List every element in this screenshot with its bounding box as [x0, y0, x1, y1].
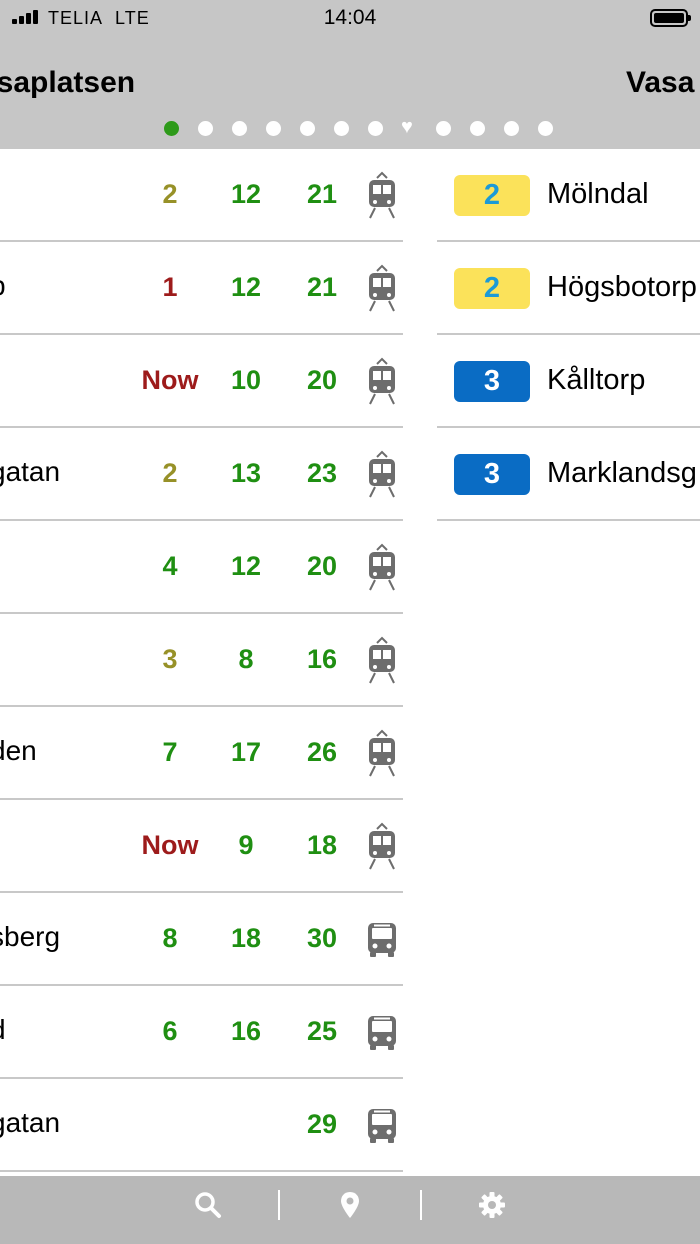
page-dot[interactable] [232, 121, 247, 136]
departure-destination: gatan [0, 1107, 61, 1138]
departure-destination: sberg [0, 921, 61, 952]
line-row[interactable]: 3 Kålltorp [437, 335, 700, 428]
departure-time-2: 17 [230, 737, 262, 767]
line-row[interactable]: 3 Marklandsg [437, 428, 700, 521]
tram-icon [364, 636, 400, 684]
favorites-page-heart-icon[interactable]: ♥ [401, 117, 419, 137]
departure-time-3: 23 [306, 458, 338, 488]
page-dot[interactable] [436, 121, 451, 136]
tram-icon [364, 450, 400, 498]
departure-time-1: 7 [162, 737, 178, 767]
search-icon[interactable] [193, 1190, 223, 1220]
stop-title-next: Vasa [626, 66, 695, 99]
line-row[interactable]: 2 Högsbotorp [437, 242, 700, 335]
gear-icon[interactable] [477, 1190, 507, 1220]
page-dot[interactable] [368, 121, 383, 136]
departure-time-1: 2 [162, 458, 178, 488]
tram-icon [364, 729, 400, 777]
departure-time-3: 30 [306, 923, 338, 953]
page-dot[interactable] [334, 121, 349, 136]
departure-row[interactable]: 3 8 16 [0, 614, 403, 707]
departure-time-3: 20 [306, 551, 338, 581]
status-time: 14:04 [323, 6, 377, 29]
departure-time-3: 21 [306, 179, 338, 209]
departure-time-1: 3 [162, 644, 178, 674]
page-dot-active[interactable] [164, 121, 179, 136]
departure-time-2: 18 [230, 923, 262, 953]
departure-time-2: 9 [238, 830, 254, 860]
departure-destination: d [0, 1014, 6, 1046]
departure-time-2: 16 [230, 1016, 262, 1046]
line-destination: Mölndal [547, 178, 649, 210]
bus-icon [364, 1101, 400, 1149]
line-destination: Kålltorp [547, 364, 646, 396]
departure-time-3: 16 [306, 644, 338, 674]
page-dot[interactable] [300, 121, 315, 136]
tram-icon [364, 171, 400, 219]
bus-icon [364, 915, 400, 963]
location-pin-icon[interactable] [335, 1190, 365, 1220]
departure-time-1: 8 [162, 923, 178, 953]
departure-time-2: 12 [230, 551, 262, 581]
departure-time-1: 2 [162, 179, 178, 209]
departure-time-3: 20 [306, 365, 338, 395]
departure-time-1: Now [141, 830, 199, 860]
toolbar-divider [420, 1190, 422, 1220]
departure-destination: den [0, 735, 37, 766]
stop-title-current: asaplatsen [0, 66, 136, 99]
page-dot[interactable] [470, 121, 485, 136]
departure-row[interactable]: p 1 12 21 [0, 242, 403, 335]
departure-time-3: 26 [306, 737, 338, 767]
departures-list: 2 12 21 p 1 12 21 Now 10 20 gatan 2 13 23 4 12 20 3 8 16 den… [0, 149, 403, 1172]
departure-time-3: 21 [306, 272, 338, 302]
departure-row[interactable]: 4 12 20 [0, 521, 403, 614]
departure-time-2: 13 [230, 458, 262, 488]
page-dot[interactable] [266, 121, 281, 136]
line-destination: Högsbotorp [547, 271, 697, 303]
departure-time-3: 18 [306, 830, 338, 860]
line-number-badge: 3 [454, 361, 530, 402]
departure-time-3: 25 [306, 1016, 338, 1046]
line-destination: Marklandsg [547, 457, 697, 489]
departure-row[interactable]: 2 12 21 [0, 149, 403, 242]
departure-row[interactable]: sberg 8 18 30 [0, 893, 403, 986]
tram-icon [364, 264, 400, 312]
tram-icon [364, 543, 400, 591]
line-number-badge: 3 [454, 454, 530, 495]
line-row[interactable]: 2 Mölndal [437, 149, 700, 242]
departure-row[interactable]: den 7 17 26 [0, 707, 403, 800]
page-dot[interactable] [198, 121, 213, 136]
departure-time-2: 10 [230, 365, 262, 395]
tram-icon [364, 822, 400, 870]
header: asaplatsen Vasa ♥ [0, 36, 700, 149]
departure-time-2: 12 [230, 272, 262, 302]
departure-time-1: 6 [162, 1016, 178, 1046]
lines-list: 2 Mölndal 2 Högsbotorp 3 Kålltorp 3 Marklandsg [437, 149, 700, 521]
departure-time-2: 12 [230, 179, 262, 209]
toolbar-divider [278, 1190, 280, 1220]
departure-row[interactable]: d 6 16 25 [0, 986, 403, 1079]
tram-icon [364, 357, 400, 405]
battery-icon [650, 9, 691, 27]
line-number-badge: 2 [454, 268, 530, 309]
departure-time-1: 4 [162, 551, 178, 581]
departure-time-3: 29 [306, 1109, 338, 1139]
departure-row[interactable]: Now 10 20 [0, 335, 403, 428]
bottom-toolbar [0, 1176, 700, 1244]
departure-destination: gatan [0, 456, 61, 487]
departure-row[interactable]: gatan 29 [0, 1079, 403, 1172]
departure-time-1: Now [141, 365, 199, 395]
departure-row[interactable]: gatan 2 13 23 [0, 428, 403, 521]
departure-row[interactable]: Now 9 18 [0, 800, 403, 893]
status-bar: TELIA LTE 14:04 [0, 0, 700, 36]
departure-time-1: 1 [162, 272, 178, 302]
bus-icon [364, 1008, 400, 1056]
departure-time-2: 8 [238, 644, 254, 674]
page-dot[interactable] [538, 121, 553, 136]
page-dot[interactable] [504, 121, 519, 136]
departure-destination: p [0, 270, 6, 302]
line-number-badge: 2 [454, 175, 530, 216]
